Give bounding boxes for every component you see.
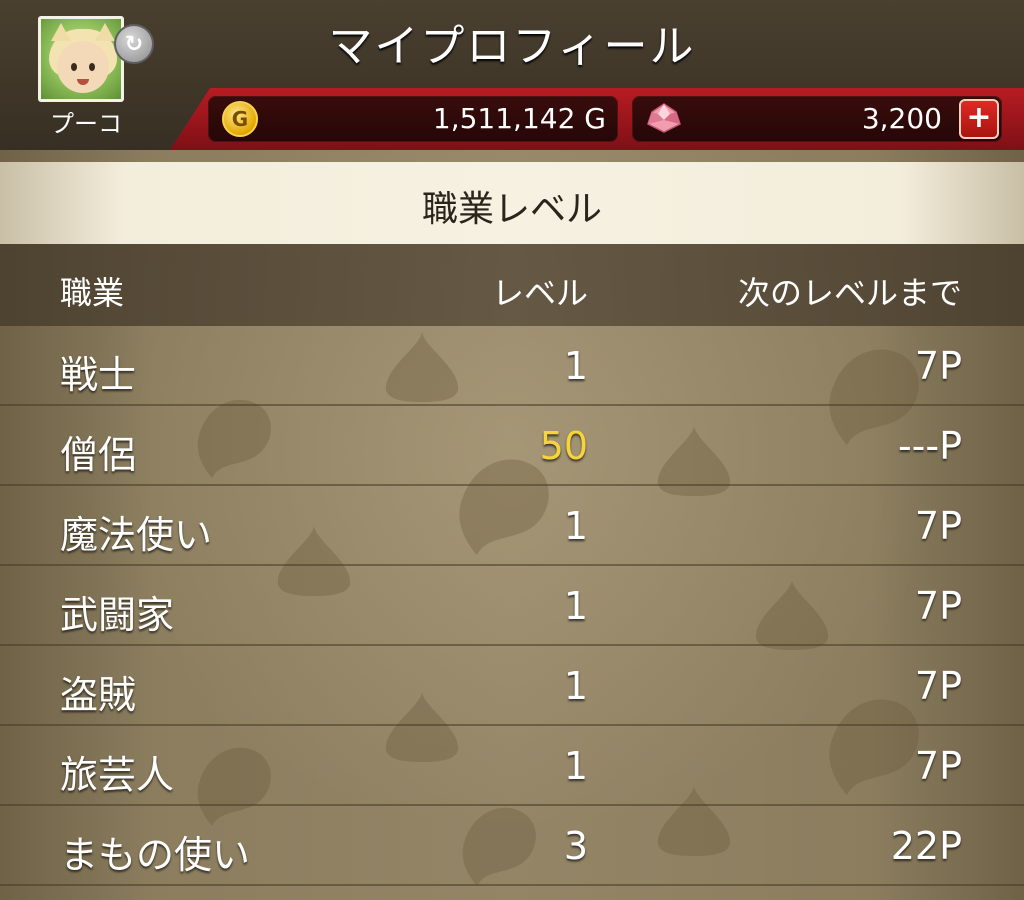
job-name: 武闘家 [60, 593, 175, 637]
job-name: 僧侶 [60, 433, 137, 477]
job-name: 魔法使い [60, 513, 213, 557]
job-name: 戦士 [60, 353, 137, 397]
points-to-next-level: 7P [914, 504, 962, 548]
gem-icon [647, 103, 681, 133]
job-level: 1 [563, 744, 588, 788]
section-title: 職業レベル [421, 189, 602, 230]
points-to-next-level: 7P [914, 584, 962, 628]
table-row: 旅芸人 1 7P [0, 726, 1024, 806]
column-header-level: レベル [491, 274, 588, 312]
table-row: 戦士 1 7P [0, 326, 1024, 406]
table-row: 盗賊 1 7P [0, 646, 1024, 726]
job-name: 旅芸人 [60, 753, 175, 797]
gold-amount: 1,511,142 G [432, 102, 606, 135]
add-gems-button[interactable]: + [959, 99, 999, 139]
player-name: プーコ [50, 110, 122, 138]
job-level: 50 [539, 424, 588, 468]
points-to-next-level: 7P [914, 344, 962, 388]
job-level: 3 [563, 824, 588, 868]
points-to-next-level: 7P [914, 664, 962, 708]
table-row: 僧侶 50 ---P [0, 406, 1024, 486]
points-to-next-level: 22P [890, 824, 962, 868]
table-row: 魔法使い 1 7P [0, 486, 1024, 566]
job-name: 盗賊 [60, 673, 137, 717]
job-level: 1 [563, 664, 588, 708]
job-level: 1 [563, 344, 588, 388]
table-row: 武闘家 1 7P [0, 566, 1024, 646]
job-name: まもの使い [60, 833, 251, 877]
job-level: 1 [563, 584, 588, 628]
column-header-job: 職業 [60, 274, 125, 312]
gem-amount: 3,200 [861, 102, 942, 135]
gold-coin-icon: G [222, 101, 258, 137]
points-to-next-level: ---P [897, 424, 962, 468]
page-title: マイプロフィール [328, 21, 696, 72]
job-level: 1 [563, 504, 588, 548]
points-to-next-level: 7P [914, 744, 962, 788]
table-row: まもの使い 3 22P [0, 806, 1024, 886]
column-header-next-level: 次のレベルまで [737, 274, 962, 312]
